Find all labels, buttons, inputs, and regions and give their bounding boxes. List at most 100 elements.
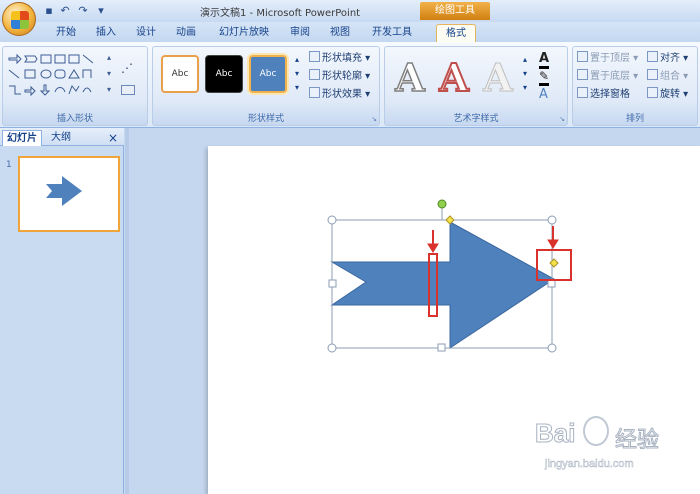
align-button[interactable]: 对齐 ▾	[647, 51, 688, 67]
right-arrow-icon[interactable]	[24, 85, 36, 97]
arrow-shape-icon[interactable]	[8, 53, 22, 65]
group-arrange: 置于顶层 ▾ 置于底层 ▾ 选择窗格 对齐 ▾ 组合 ▾ 旋转 ▾ 排列	[572, 46, 698, 126]
styles-more-icon[interactable]: ▾	[295, 83, 299, 92]
triangle-shape-icon[interactable]	[68, 69, 80, 79]
shape-outline-button[interactable]: 形状轮廓 ▾	[309, 69, 370, 85]
slide-number: 1	[6, 160, 12, 170]
styles-scroll-down-icon[interactable]: ▾	[295, 69, 299, 78]
tab-home[interactable]: 开始	[48, 24, 84, 42]
adjust-handle-head[interactable]	[445, 215, 455, 225]
send-to-back-button[interactable]: 置于底层 ▾	[577, 69, 638, 85]
document-title: 演示文稿1 - Microsoft PowerPoint	[200, 8, 361, 19]
slide-thumbnail[interactable]	[18, 156, 120, 232]
close-pane-icon[interactable]: ×	[106, 130, 120, 146]
shape-fill-button[interactable]: 形状填充 ▾	[309, 51, 370, 67]
shape-gallery[interactable]	[7, 52, 119, 102]
redo-icon[interactable]: ↷	[76, 4, 90, 18]
shape-styles-launcher-icon[interactable]: ↘	[371, 115, 377, 123]
tab-view[interactable]: 视图	[322, 24, 358, 42]
customize-qat-icon[interactable]: ▾	[94, 4, 108, 18]
curve-shape-icon[interactable]	[82, 87, 92, 93]
styles-scroll-up-icon[interactable]: ▴	[295, 55, 299, 64]
office-button[interactable]	[2, 2, 36, 36]
wordart-scroll-down-icon[interactable]: ▾	[523, 69, 527, 78]
save-icon[interactable]: ▪	[42, 4, 56, 18]
group-label-arrange: 排列	[625, 114, 644, 124]
tab-slides[interactable]: 幻灯片	[2, 130, 42, 146]
ribbon: ▴ ▾ ▾ ⋰ 插入形状 Abc Abc Abc ▴ ▾ ▾ 形状填充 ▾ 形状…	[0, 42, 700, 128]
tab-slideshow[interactable]: 幻灯片放映	[210, 24, 278, 42]
oval-shape-icon[interactable]	[40, 69, 52, 79]
text-fill-icon[interactable]: A	[539, 51, 550, 69]
undo-icon[interactable]: ↶	[58, 4, 72, 18]
resize-handle-ne[interactable]	[547, 215, 557, 225]
down-arrow-icon[interactable]	[39, 84, 51, 96]
watermark-brand: Bai	[534, 418, 576, 449]
group-button[interactable]: 组合 ▾	[647, 69, 688, 85]
line-shape-icon[interactable]	[82, 54, 94, 64]
rounded-rect-shape-icon[interactable]	[54, 69, 66, 79]
gallery-scroll-up-icon[interactable]: ▴	[107, 53, 111, 62]
image-shape-icon[interactable]	[68, 54, 80, 64]
selection-pane-icon	[577, 87, 588, 98]
tab-review[interactable]: 审阅	[282, 24, 318, 42]
text-effects-icon[interactable]: A	[539, 87, 548, 102]
resize-handle-se[interactable]	[547, 343, 557, 353]
arc-shape-icon[interactable]	[54, 87, 66, 93]
tab-format[interactable]: 格式	[436, 24, 476, 42]
wordart-style-red[interactable]: A	[435, 54, 473, 101]
pane-tabs: 幻灯片 大纲 ×	[0, 128, 124, 146]
vertical-textbox-icon[interactable]	[54, 54, 66, 64]
drawing-tools-label: 绘图工具	[420, 2, 490, 20]
group-insert-shapes: ▴ ▾ ▾ ⋰ 插入形状	[2, 46, 148, 126]
shape-style-blue-selected[interactable]: Abc	[249, 55, 287, 93]
wordart-style-outline[interactable]: A	[391, 54, 429, 101]
rotation-handle[interactable]	[437, 199, 447, 209]
tab-insert[interactable]: 插入	[88, 24, 124, 42]
textbox-insert-icon[interactable]	[121, 85, 135, 95]
bring-to-front-button[interactable]: 置于顶层 ▾	[577, 51, 638, 67]
rotate-button[interactable]: 旋转 ▾	[647, 87, 688, 103]
rectangle-shape-icon[interactable]	[24, 69, 36, 79]
fill-bucket-icon	[309, 51, 320, 62]
diagonal-line-icon[interactable]	[8, 69, 20, 79]
shape-style-orange-outline[interactable]: Abc	[161, 55, 199, 93]
title-bar: ▪ ↶ ↷ ▾ 演示文稿1 - Microsoft PowerPoint 绘图工…	[0, 0, 700, 22]
notched-right-arrow-shape[interactable]	[330, 221, 555, 349]
thumbnail-arrow-icon	[46, 176, 82, 206]
adjust-handle-tip[interactable]	[549, 258, 559, 268]
tab-outline[interactable]: 大纲	[44, 130, 78, 146]
tab-developer[interactable]: 开发工具	[364, 24, 420, 42]
elbow-arrow-icon[interactable]	[9, 85, 21, 95]
group-wordart-styles: A A A ▴ ▾ ▾ A ✎ A 艺术字样式 ↘	[384, 46, 568, 126]
freeform-shape-icon[interactable]	[68, 85, 80, 95]
resize-handle-nw[interactable]	[327, 215, 337, 225]
textbox-shape-icon[interactable]	[40, 54, 52, 64]
resize-handle-e[interactable]	[547, 279, 556, 288]
gallery-scroll-down-icon[interactable]: ▾	[107, 69, 111, 78]
wordart-style-light[interactable]: A	[479, 55, 517, 101]
rotate-icon	[647, 87, 658, 98]
shape-effects-button[interactable]: 形状效果 ▾	[309, 87, 370, 103]
effects-icon	[309, 87, 320, 98]
resize-handle-s[interactable]	[437, 343, 446, 352]
red-arrow-head-left	[427, 243, 439, 253]
shape-style-black[interactable]: Abc	[205, 55, 243, 93]
resize-handle-w[interactable]	[328, 279, 337, 288]
wordart-more-icon[interactable]: ▾	[523, 83, 527, 92]
tab-design[interactable]: 设计	[128, 24, 164, 42]
selection-pane-button[interactable]: 选择窗格	[577, 87, 630, 103]
resize-handle-sw[interactable]	[327, 343, 337, 353]
gallery-more-icon[interactable]: ▾	[107, 85, 111, 94]
wordart-scroll-up-icon[interactable]: ▴	[523, 55, 527, 64]
baidu-watermark: Bai 经验 jingyan.baidu.com	[534, 416, 695, 488]
elbow-connector-icon[interactable]	[82, 69, 92, 78]
group-label-shape-styles: 形状样式	[247, 114, 284, 124]
text-outline-icon[interactable]: ✎	[539, 69, 550, 86]
chevron-shape-icon[interactable]	[24, 55, 38, 63]
wordart-launcher-icon[interactable]: ↘	[559, 115, 565, 123]
edit-shape-icon[interactable]: ⋰	[121, 61, 133, 75]
tab-animation[interactable]: 动画	[168, 24, 204, 42]
pane-splitter[interactable]	[125, 128, 129, 494]
watermark-url: jingyan.baidu.com	[545, 458, 634, 471]
